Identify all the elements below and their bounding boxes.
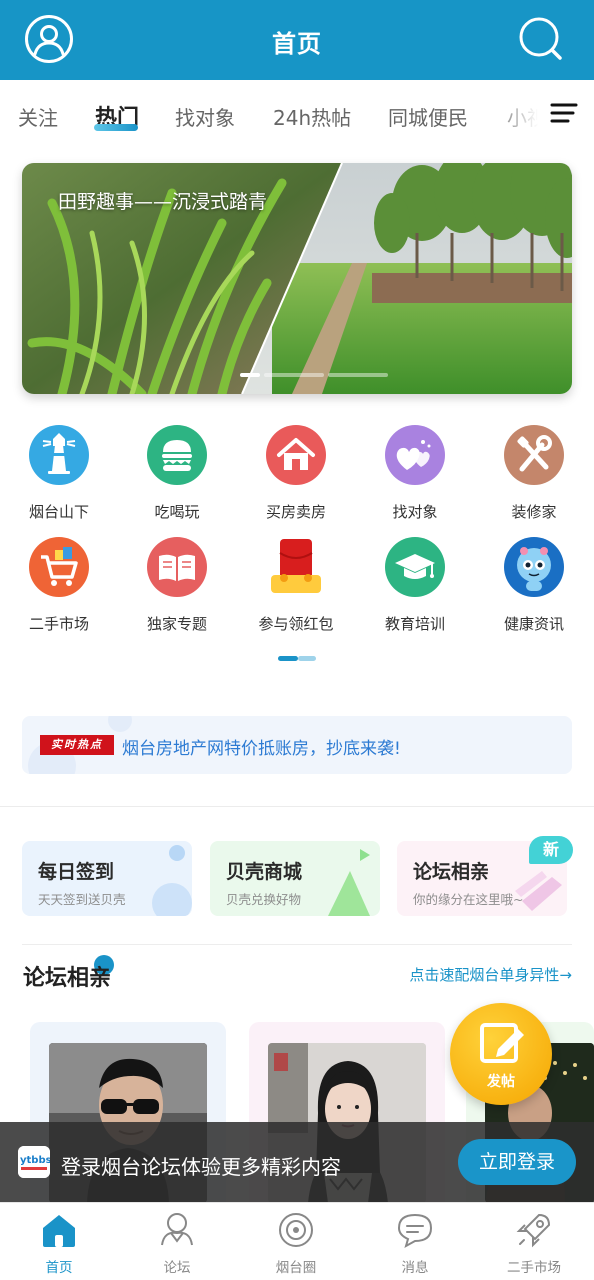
grid-pagination <box>278 656 316 661</box>
grid-item-exclusive-topics[interactable]: 独家专题 <box>118 537 236 634</box>
grid-item-education[interactable]: 教育培训 <box>356 537 474 634</box>
card-subtitle: 你的缘分在这里哦~ <box>413 892 524 907</box>
red-packet-icon <box>266 537 326 597</box>
grid-item-eat-drink[interactable]: 吃喝玩 <box>118 425 236 522</box>
nav-label: 首页 <box>45 1260 73 1276</box>
login-prompt-bar: ytbbs 登录烟台论坛体验更多精彩内容 立即登录 <box>0 1122 594 1202</box>
hot-news-text[interactable]: 烟台房地产网特价抵账房，抄底来袭! <box>122 734 401 759</box>
top-app-bar: 首页 <box>0 0 594 80</box>
card-title: 贝壳商城 <box>226 861 303 883</box>
grid-label: 找对象 <box>392 503 438 521</box>
nav-messages[interactable]: 消息 <box>356 1203 474 1280</box>
card-title: 论坛相亲 <box>413 861 490 883</box>
card-title: 每日签到 <box>38 861 115 883</box>
tab-find-partner[interactable]: 找对象 <box>175 102 235 131</box>
app-screen: 首页 关注 热门 找对象 24h热帖 同城便民 小视 <box>0 0 594 1280</box>
message-icon <box>397 1213 433 1249</box>
graduation-cap-icon <box>385 537 445 597</box>
grid-label: 买房卖房 <box>265 503 326 521</box>
book-icon <box>147 537 207 597</box>
tab-follow[interactable]: 关注 <box>18 102 58 131</box>
grid-item-real-estate[interactable]: 买房卖房 <box>237 425 355 522</box>
nav-label: 论坛 <box>163 1260 191 1276</box>
hot-news-bar[interactable]: 实时热点 烟台房地产网特价抵账房，抄底来袭! <box>22 716 572 774</box>
shell-mall-card[interactable]: 贝壳商城 贝壳兑换好物 <box>210 841 380 916</box>
fab-label: 发帖 <box>487 1074 515 1090</box>
nav-forum[interactable]: 论坛 <box>118 1203 236 1280</box>
active-tab-indicator <box>94 124 138 131</box>
grid-label: 健康资讯 <box>503 615 564 633</box>
svg-text:ytbbs: ytbbs <box>20 1155 50 1166</box>
nav-label: 二手市场 <box>507 1260 561 1276</box>
home-icon <box>43 1215 75 1247</box>
forum-logo: ytbbs <box>18 1146 52 1178</box>
grid-label: 吃喝玩 <box>154 503 200 521</box>
login-button[interactable]: 立即登录 <box>458 1139 576 1185</box>
grid-label: 装修家 <box>511 503 557 521</box>
login-prompt-text: 登录烟台论坛体验更多精彩内容 <box>61 1155 341 1179</box>
lighthouse-icon <box>29 425 89 485</box>
tools-icon <box>504 425 564 485</box>
quick-match-link[interactable]: 点击速配烟台单身异性→ <box>409 964 572 985</box>
cart-icon <box>29 537 89 597</box>
forum-icon <box>161 1213 193 1246</box>
menu-icon <box>550 103 578 123</box>
circle-icon <box>279 1213 313 1247</box>
nav-yantai-circle[interactable]: 烟台圈 <box>237 1203 355 1280</box>
hero-banner[interactable]: 田野趣事——沉浸式踏青 <box>22 163 572 394</box>
grid-item-decoration[interactable]: 装修家 <box>475 425 593 522</box>
page-title: 首页 <box>272 30 322 58</box>
tabs-menu-button[interactable] <box>544 80 594 150</box>
bottom-navigation: 首页 论坛 烟台圈 消息 二手市场 <box>0 1202 594 1280</box>
grid-label: 教育培训 <box>384 615 445 633</box>
grid-label: 烟台山下 <box>28 503 89 521</box>
card-subtitle: 贝壳兑换好物 <box>226 892 302 907</box>
grid-label: 二手市场 <box>28 615 89 633</box>
house-icon <box>266 425 326 485</box>
grid-label: 独家专题 <box>146 615 207 633</box>
hot-badge: 实时热点 <box>40 735 114 755</box>
card-subtitle: 天天签到送贝壳 <box>38 892 126 907</box>
tab-24h-hot[interactable]: 24h热帖 <box>273 102 351 131</box>
tab-local-services[interactable]: 同城便民 <box>388 102 468 131</box>
section-divider <box>0 806 594 807</box>
daily-checkin-card[interactable]: 每日签到 天天签到送贝壳 <box>22 841 192 916</box>
section-divider <box>22 944 572 945</box>
nav-home[interactable]: 首页 <box>0 1203 118 1280</box>
mascot-icon <box>504 537 564 597</box>
grid-item-health-news[interactable]: 健康资讯 <box>475 537 593 634</box>
rocket-icon <box>516 1213 551 1248</box>
grid-item-find-partner[interactable]: 找对象 <box>356 425 474 522</box>
banner-pagination <box>240 373 388 377</box>
grid-item-second-hand[interactable]: 二手市场 <box>0 537 118 634</box>
grid-item-yantai-shanxia[interactable]: 烟台山下 <box>0 425 118 522</box>
grid-item-red-packet[interactable]: 参与领红包 <box>237 537 355 634</box>
tabs-fade <box>490 80 550 150</box>
search-icon[interactable] <box>518 16 564 62</box>
nav-second-hand[interactable]: 二手市场 <box>475 1203 593 1280</box>
grid-label: 参与领红包 <box>258 615 334 633</box>
banner-caption: 田野趣事——沉浸式踏青 <box>58 191 268 213</box>
section-title: 论坛相亲 <box>23 966 112 991</box>
burger-icon <box>147 425 207 485</box>
post-fab-button[interactable]: 发帖 <box>450 1003 552 1105</box>
nav-label: 消息 <box>401 1260 429 1276</box>
hearts-icon <box>385 425 445 485</box>
nav-label: 烟台圈 <box>275 1260 317 1276</box>
new-badge: 新 <box>529 836 573 864</box>
